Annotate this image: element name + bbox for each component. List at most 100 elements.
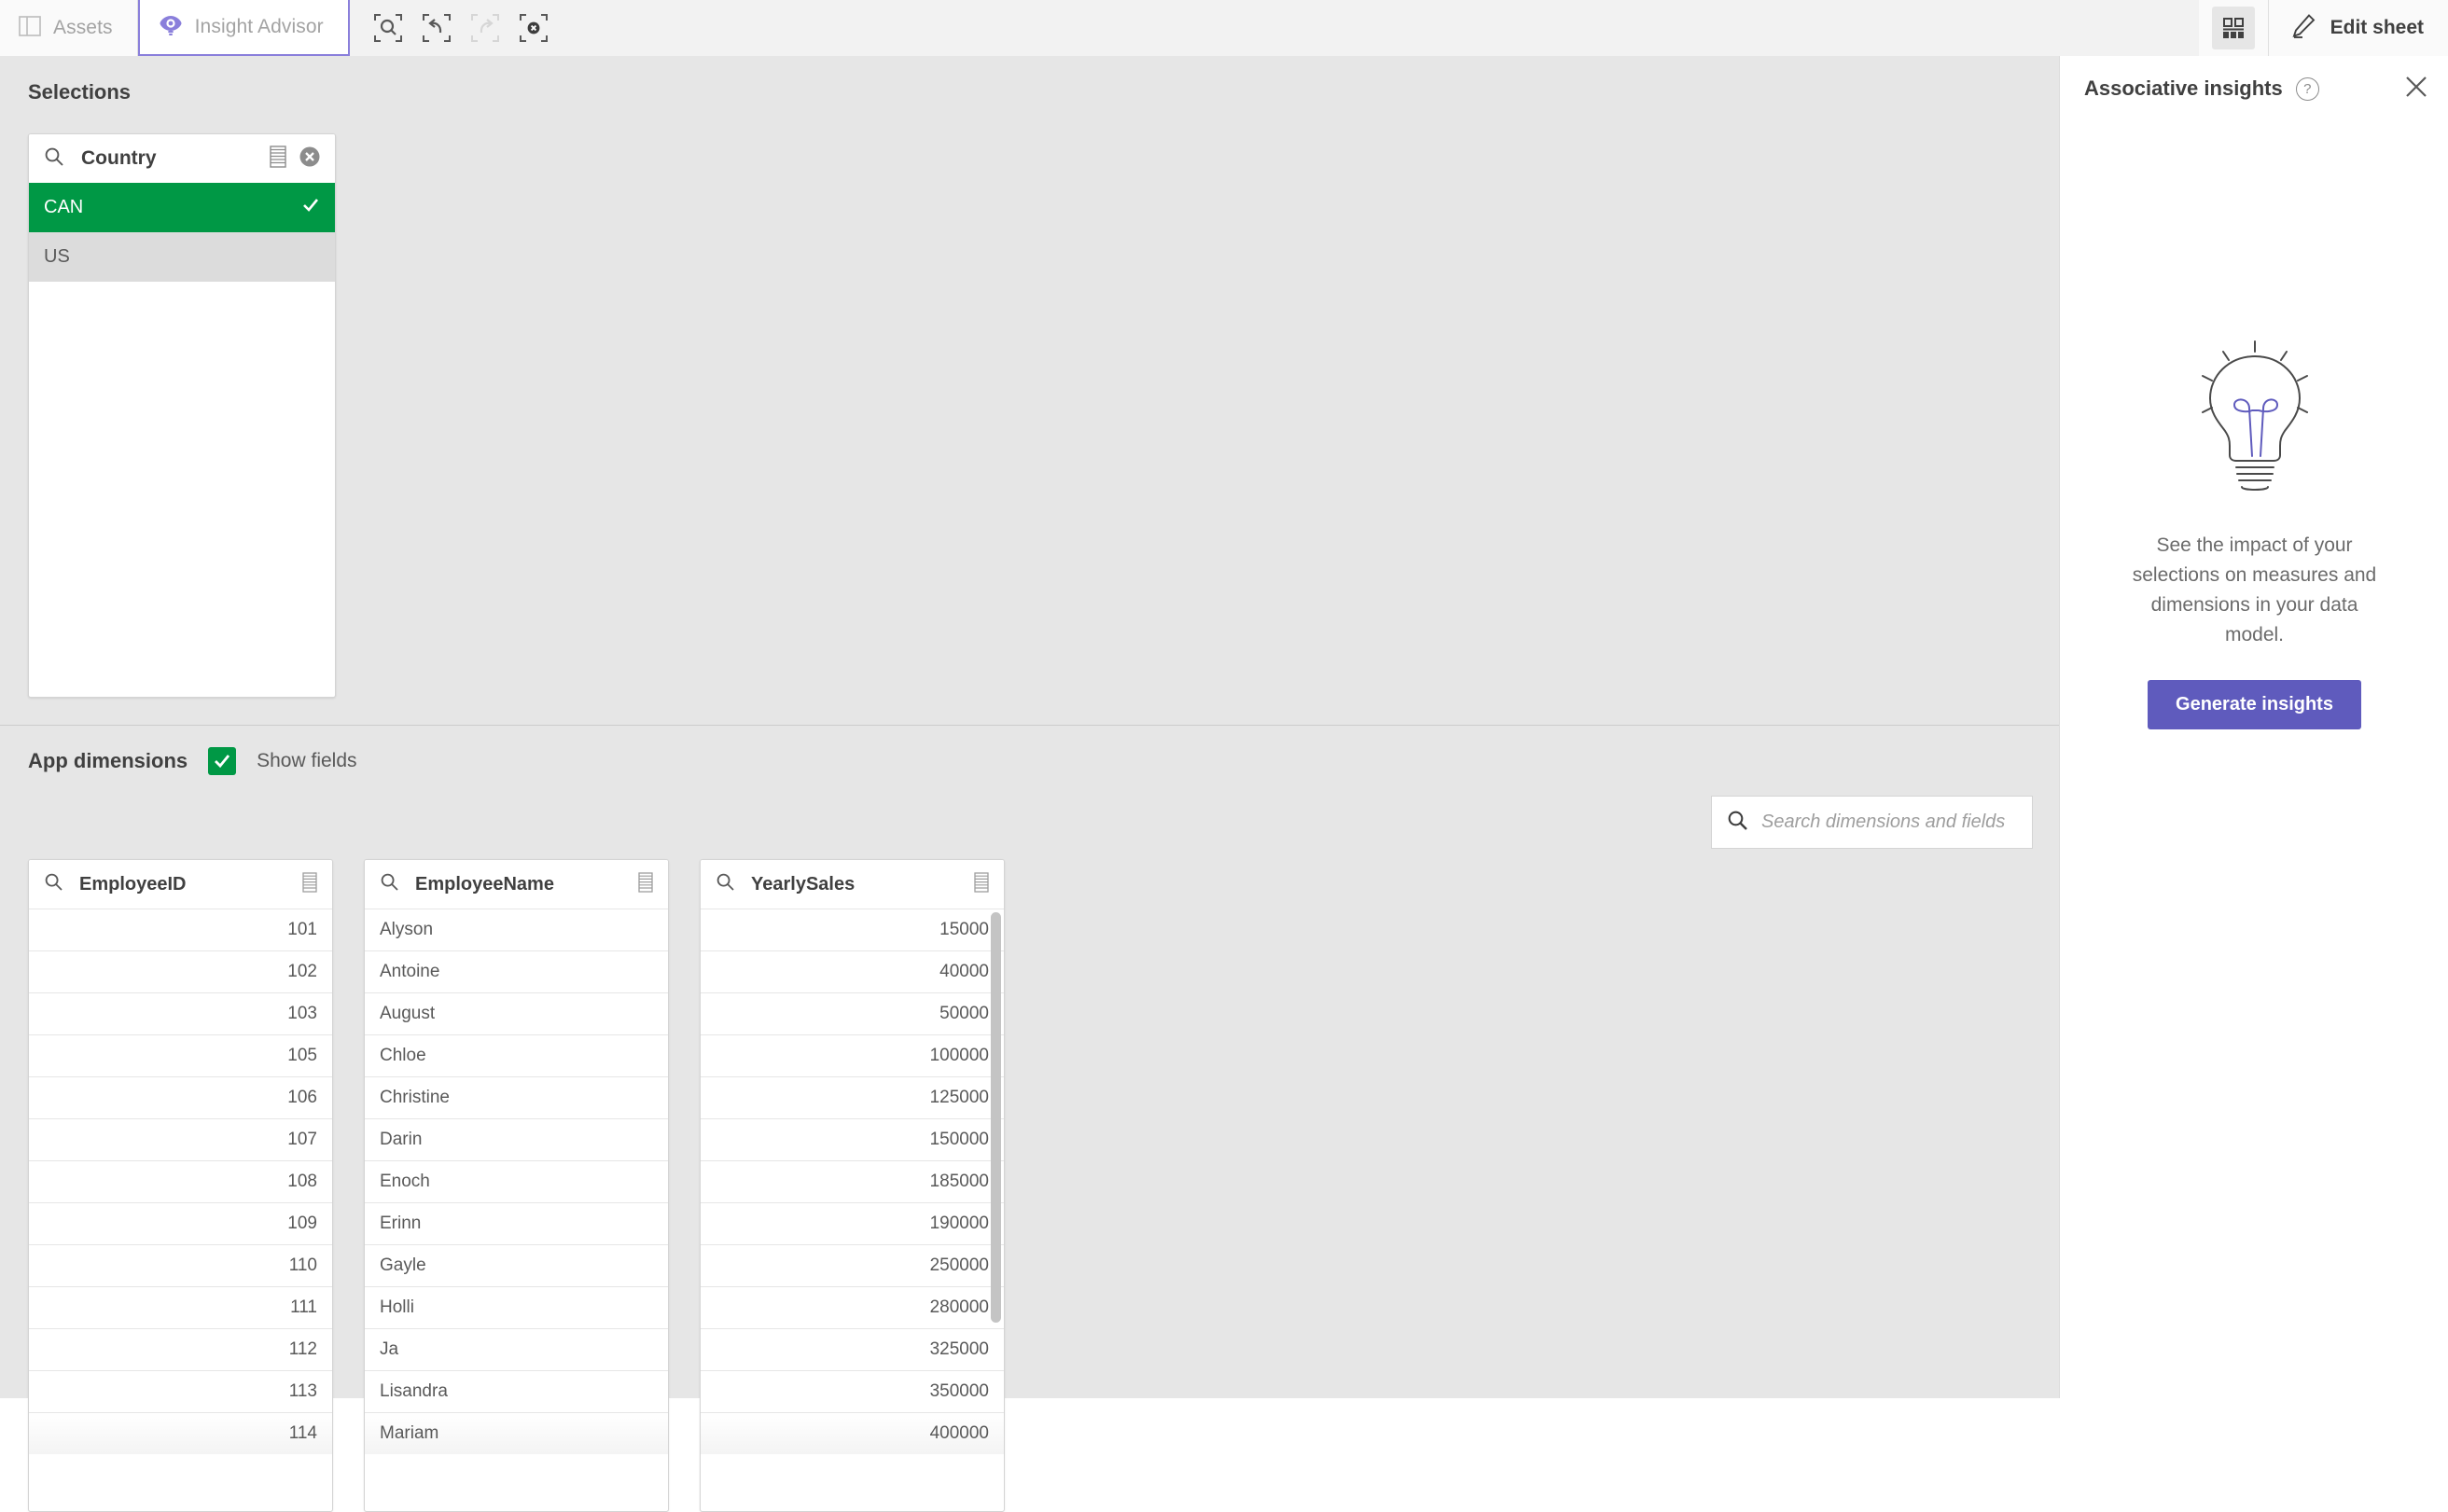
top-toolbar: Assets Insight Advisor Edit sheet xyxy=(0,0,2448,56)
listbox-menu-icon[interactable] xyxy=(268,145,288,173)
list-item[interactable]: 105 xyxy=(29,1034,332,1076)
tab-assets-label: Assets xyxy=(53,17,113,38)
list-item-label: 150000 xyxy=(929,1130,989,1149)
list-item[interactable]: 350000 xyxy=(701,1370,1004,1412)
list-item-label: 106 xyxy=(287,1088,317,1107)
list-item[interactable]: August xyxy=(365,992,668,1034)
list-item[interactable]: 400000 xyxy=(701,1412,1004,1454)
search-icon[interactable] xyxy=(44,146,64,172)
edit-sheet-label: Edit sheet xyxy=(2330,17,2424,38)
tab-assets[interactable]: Assets xyxy=(0,0,137,56)
list-item[interactable]: Gayle xyxy=(365,1244,668,1286)
show-fields-checkbox[interactable] xyxy=(208,747,237,775)
selection-value-label: CAN xyxy=(44,197,84,217)
list-item-label: 107 xyxy=(287,1130,317,1149)
list-item[interactable]: 250000 xyxy=(701,1244,1004,1286)
list-item[interactable]: 113 xyxy=(29,1370,332,1412)
list-item-label: 400000 xyxy=(929,1423,989,1443)
list-item[interactable]: 103 xyxy=(29,992,332,1034)
list-item-label: 325000 xyxy=(929,1339,989,1359)
search-icon[interactable] xyxy=(380,872,399,896)
list-item[interactable]: Chloe xyxy=(365,1034,668,1076)
list-item[interactable]: 280000 xyxy=(701,1286,1004,1328)
list-item-label: 110 xyxy=(288,1255,317,1275)
search-icon xyxy=(1727,810,1748,836)
list-item-label: 112 xyxy=(288,1339,317,1359)
selection-field-name: Country xyxy=(81,147,157,169)
list-item[interactable]: 15000 xyxy=(701,909,1004,950)
list-item-label: Enoch xyxy=(380,1172,430,1191)
main-canvas: Selections Country CAN US App dimensions… xyxy=(0,56,2059,1512)
listbox-menu-icon[interactable] xyxy=(972,871,991,897)
tab-insight-advisor-label: Insight Advisor xyxy=(194,16,324,37)
step-back-button[interactable] xyxy=(417,8,456,48)
dimensions-search-box[interactable] xyxy=(1711,796,2033,849)
list-item[interactable]: Lisandra xyxy=(365,1370,668,1412)
list-item-label: Darin xyxy=(380,1130,423,1149)
show-fields-label[interactable]: Show fields xyxy=(257,750,356,772)
listbox-field-name: YearlySales xyxy=(751,873,855,895)
listbox-menu-icon[interactable] xyxy=(300,871,319,897)
list-item[interactable]: 112 xyxy=(29,1328,332,1370)
associative-insights-panel: Associative insights ? See the impact of… xyxy=(2059,56,2448,1398)
list-item[interactable]: 101 xyxy=(29,909,332,950)
list-item[interactable]: Alyson xyxy=(365,909,668,950)
list-item[interactable]: 185000 xyxy=(701,1160,1004,1202)
list-item[interactable]: 108 xyxy=(29,1160,332,1202)
list-item[interactable]: 40000 xyxy=(701,950,1004,992)
list-item[interactable]: 114 xyxy=(29,1412,332,1454)
list-item[interactable]: 107 xyxy=(29,1118,332,1160)
listbox-menu-icon[interactable] xyxy=(636,871,655,897)
check-icon xyxy=(301,196,320,220)
list-item[interactable]: Darin xyxy=(365,1118,668,1160)
search-icon[interactable] xyxy=(716,872,735,896)
selection-listbox-empty-space xyxy=(29,282,335,692)
list-item[interactable]: Christine xyxy=(365,1076,668,1118)
list-item[interactable]: Ja xyxy=(365,1328,668,1370)
selection-value-row[interactable]: CAN xyxy=(29,183,335,232)
help-icon[interactable]: ? xyxy=(2295,76,2319,101)
list-item[interactable]: 190000 xyxy=(701,1202,1004,1244)
list-item[interactable]: 109 xyxy=(29,1202,332,1244)
selection-search-button[interactable] xyxy=(369,8,408,48)
selection-value-row[interactable]: US xyxy=(29,232,335,282)
list-item[interactable]: 100000 xyxy=(701,1034,1004,1076)
list-item[interactable]: 106 xyxy=(29,1076,332,1118)
list-item-label: Holli xyxy=(380,1297,414,1317)
list-item-label: 111 xyxy=(290,1297,317,1317)
clear-selection-icon[interactable] xyxy=(298,145,322,173)
tab-insight-advisor[interactable]: Insight Advisor xyxy=(137,0,350,56)
listbox-scrollbar[interactable] xyxy=(991,912,1001,1323)
sheet-grid-button[interactable] xyxy=(2211,7,2255,49)
list-item-label: 114 xyxy=(288,1423,317,1443)
list-item[interactable]: Mariam xyxy=(365,1412,668,1454)
associative-insights-empty-state: See the impact of your selections on mea… xyxy=(2060,336,2448,729)
list-item[interactable]: 50000 xyxy=(701,992,1004,1034)
list-item[interactable]: 102 xyxy=(29,950,332,992)
clear-all-selections-button[interactable] xyxy=(514,8,553,48)
list-item[interactable]: 325000 xyxy=(701,1328,1004,1370)
listbox-body: 101 102 103 105 106 107 108 109 110 111 … xyxy=(29,909,332,1454)
associative-insights-description: See the impact of your selections on mea… xyxy=(2132,534,2377,645)
list-item[interactable]: Erinn xyxy=(365,1202,668,1244)
generate-insights-button[interactable]: Generate insights xyxy=(2148,679,2361,729)
list-item[interactable]: 125000 xyxy=(701,1076,1004,1118)
list-item[interactable]: Holli xyxy=(365,1286,668,1328)
dimensions-search-input[interactable] xyxy=(1761,811,2017,833)
list-item-label: 101 xyxy=(287,920,317,939)
list-item-label: Alyson xyxy=(380,920,434,939)
list-item[interactable]: 111 xyxy=(29,1286,332,1328)
list-item[interactable]: Antoine xyxy=(365,950,668,992)
toolbar-right: Edit sheet xyxy=(2198,0,2448,56)
list-item-label: August xyxy=(380,1004,436,1023)
search-icon[interactable] xyxy=(44,872,63,896)
listbox-header: YearlySales xyxy=(701,860,1004,909)
close-icon[interactable] xyxy=(2404,75,2428,104)
edit-sheet-button[interactable]: Edit sheet xyxy=(2269,0,2448,56)
list-item-label: 50000 xyxy=(939,1004,989,1023)
list-item[interactable]: Enoch xyxy=(365,1160,668,1202)
selections-area: Selections Country CAN US xyxy=(0,56,2059,726)
app-dimensions-header: App dimensions Show fields xyxy=(28,747,357,775)
list-item[interactable]: 150000 xyxy=(701,1118,1004,1160)
list-item[interactable]: 110 xyxy=(29,1244,332,1286)
